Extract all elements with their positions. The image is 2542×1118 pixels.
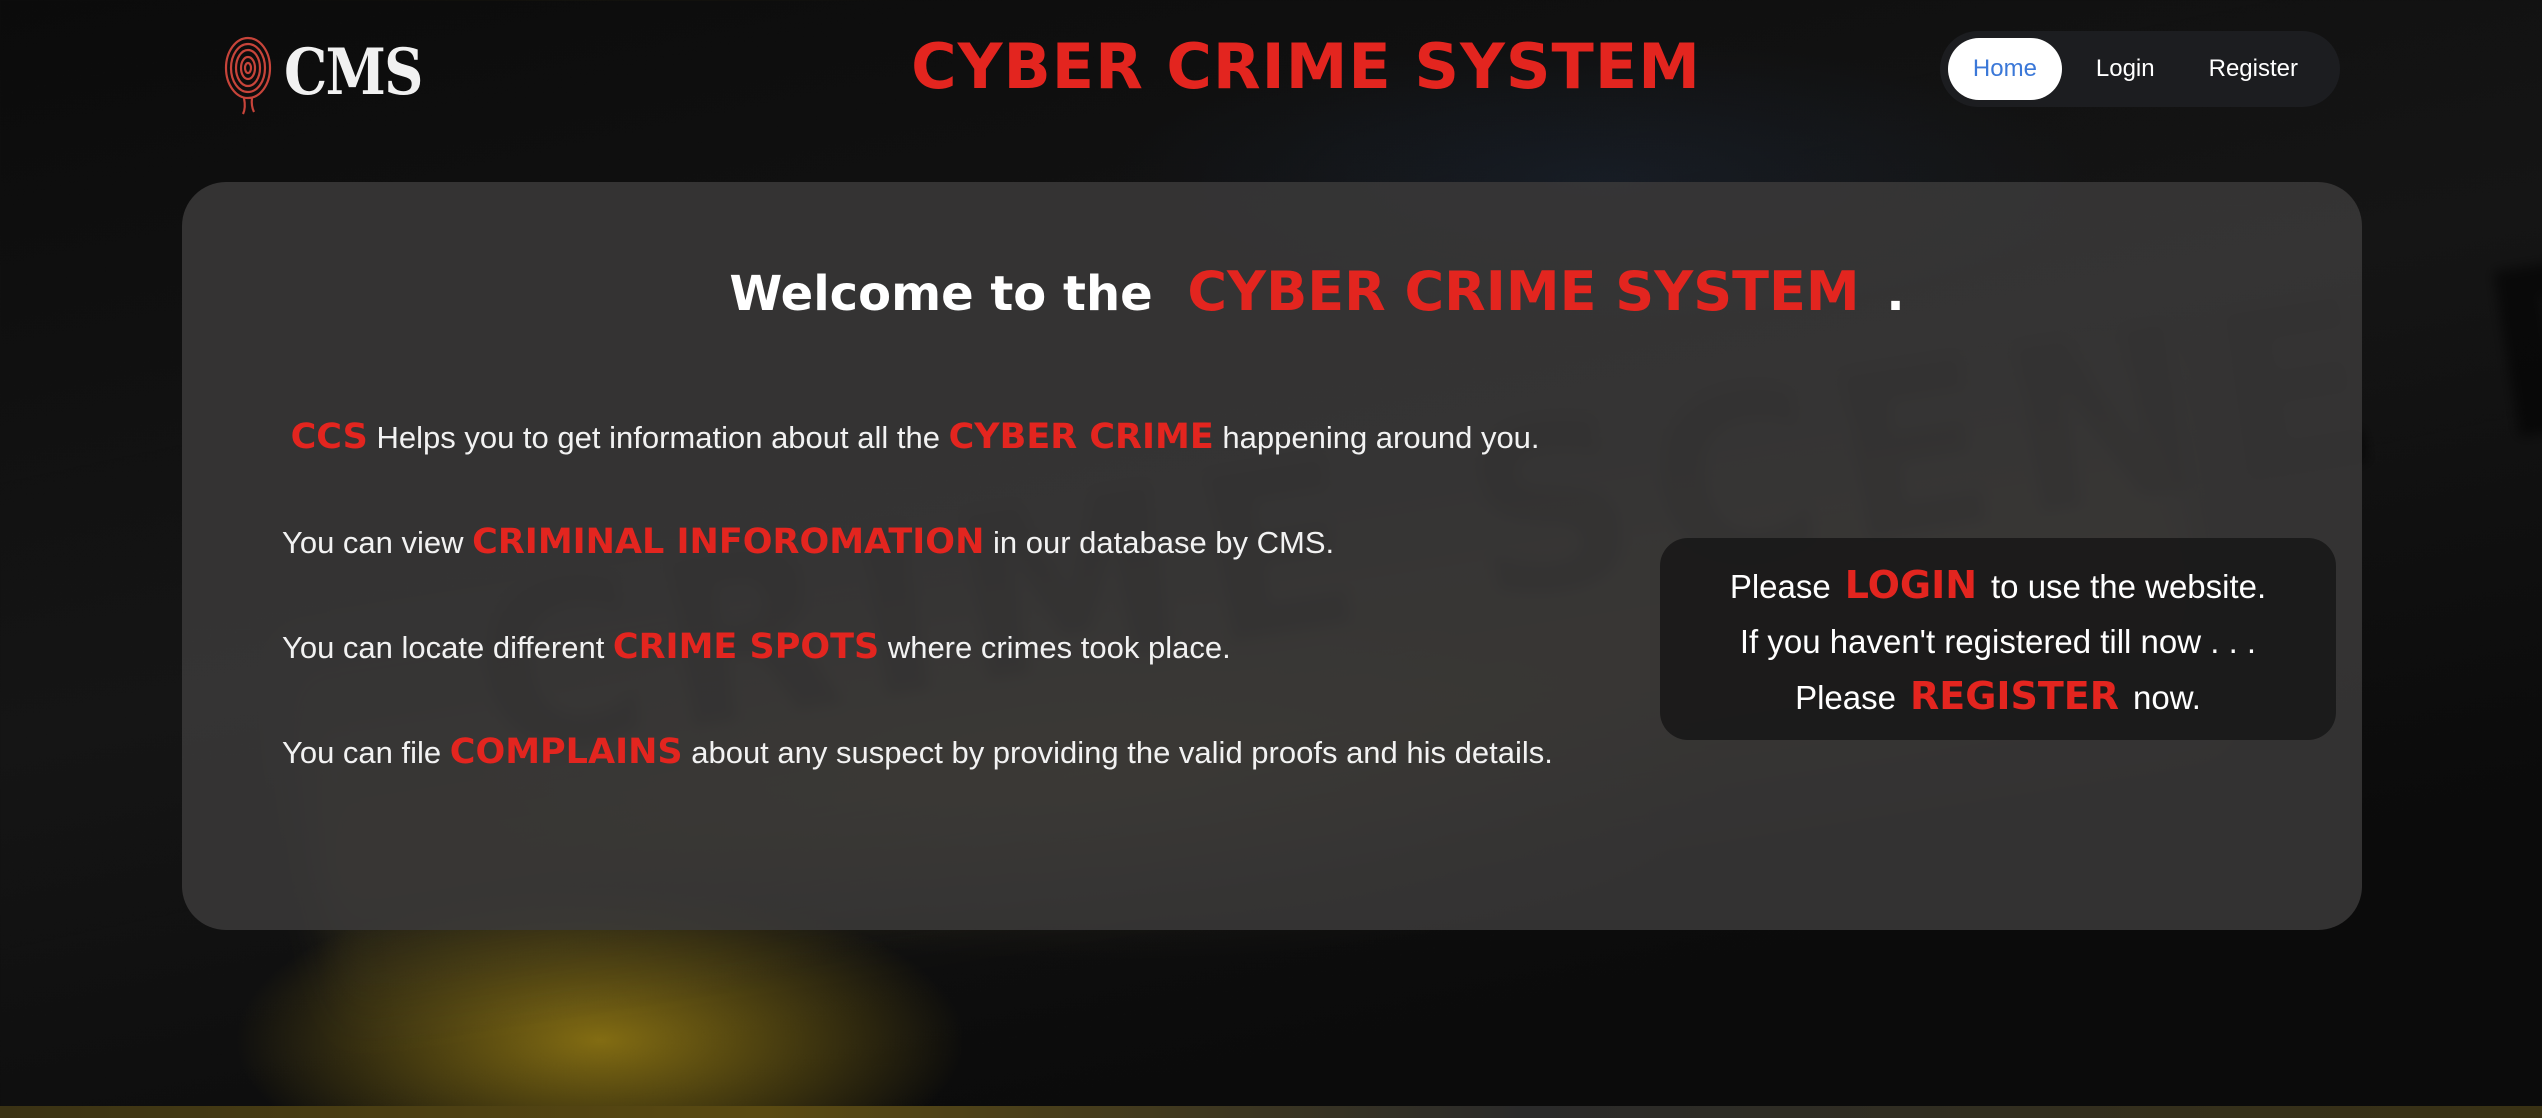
register-prompt-line: Please REGISTER now. (1660, 669, 2336, 725)
login-prompt-line: Please LOGIN to use the website. (1660, 558, 2336, 614)
prompt-text: now. (2133, 679, 2201, 716)
paragraph-text: about any suspect by providing the valid… (682, 735, 1553, 770)
highlight-criminal-information: CRIMINAL INFOROMATION (472, 522, 985, 562)
welcome-suffix: . (1886, 266, 1905, 322)
highlight-ccs: CCS (290, 417, 368, 457)
main-nav: Home Login Register (1940, 31, 2340, 107)
nav-register-link[interactable]: Register (2189, 38, 2332, 100)
welcome-heading: Welcome to the CYBER CRIME SYSTEM . (182, 260, 2362, 323)
paragraph-text: You can view (282, 525, 473, 560)
paragraph-text: You can locate different (282, 630, 613, 665)
prompt-text: to use the website. (1991, 568, 2267, 605)
paragraph-text: Helps you to get information about all t… (367, 420, 949, 455)
prompt-text: Please (1729, 568, 1831, 605)
register-hint-line: If you haven't registered till now . . . (1739, 623, 2257, 660)
welcome-highlight: CYBER CRIME SYSTEM (1187, 260, 1860, 323)
info-paragraph-criminal-info: You can view CRIMINAL INFOROMATION in ou… (282, 517, 1592, 568)
info-paragraph-crime-spots: You can locate different CRIME SPOTS whe… (282, 622, 1592, 673)
nav-home-link[interactable]: Home (1948, 38, 2062, 100)
info-paragraph-complains: You can file COMPLAINS about any suspect… (282, 727, 1592, 778)
highlight-complains: COMPLAINS (449, 732, 683, 772)
background-bottom-strip (0, 1106, 2542, 1118)
site-header: CMS CYBER CRIME SYSTEM Home Login Regist… (0, 0, 2542, 140)
highlight-crime-spots: CRIME SPOTS (612, 627, 880, 667)
login-prompt-box: Please LOGIN to use the website. If you ha… (1660, 538, 2336, 740)
info-section: CCS Helps you to get information about a… (282, 412, 1592, 832)
nav-login-link[interactable]: Login (2062, 38, 2189, 100)
paragraph-text: in our database by CMS. (984, 525, 1335, 560)
login-link[interactable]: LOGIN (1845, 563, 1977, 607)
welcome-card: Welcome to the CYBER CRIME SYSTEM . CCS … (182, 182, 2362, 930)
paragraph-text: happening around you. (1213, 420, 1540, 455)
prompt-text: Please (1795, 679, 1896, 716)
highlight-cyber-crime: CYBER CRIME (948, 417, 1214, 457)
info-paragraph-ccs: CCS Helps you to get information about a… (282, 412, 1592, 463)
paragraph-text: where crimes took place. (879, 630, 1231, 665)
paragraph-text: You can file (282, 735, 450, 770)
register-link[interactable]: REGISTER (1910, 674, 2119, 718)
welcome-prefix: Welcome to the (729, 266, 1153, 322)
